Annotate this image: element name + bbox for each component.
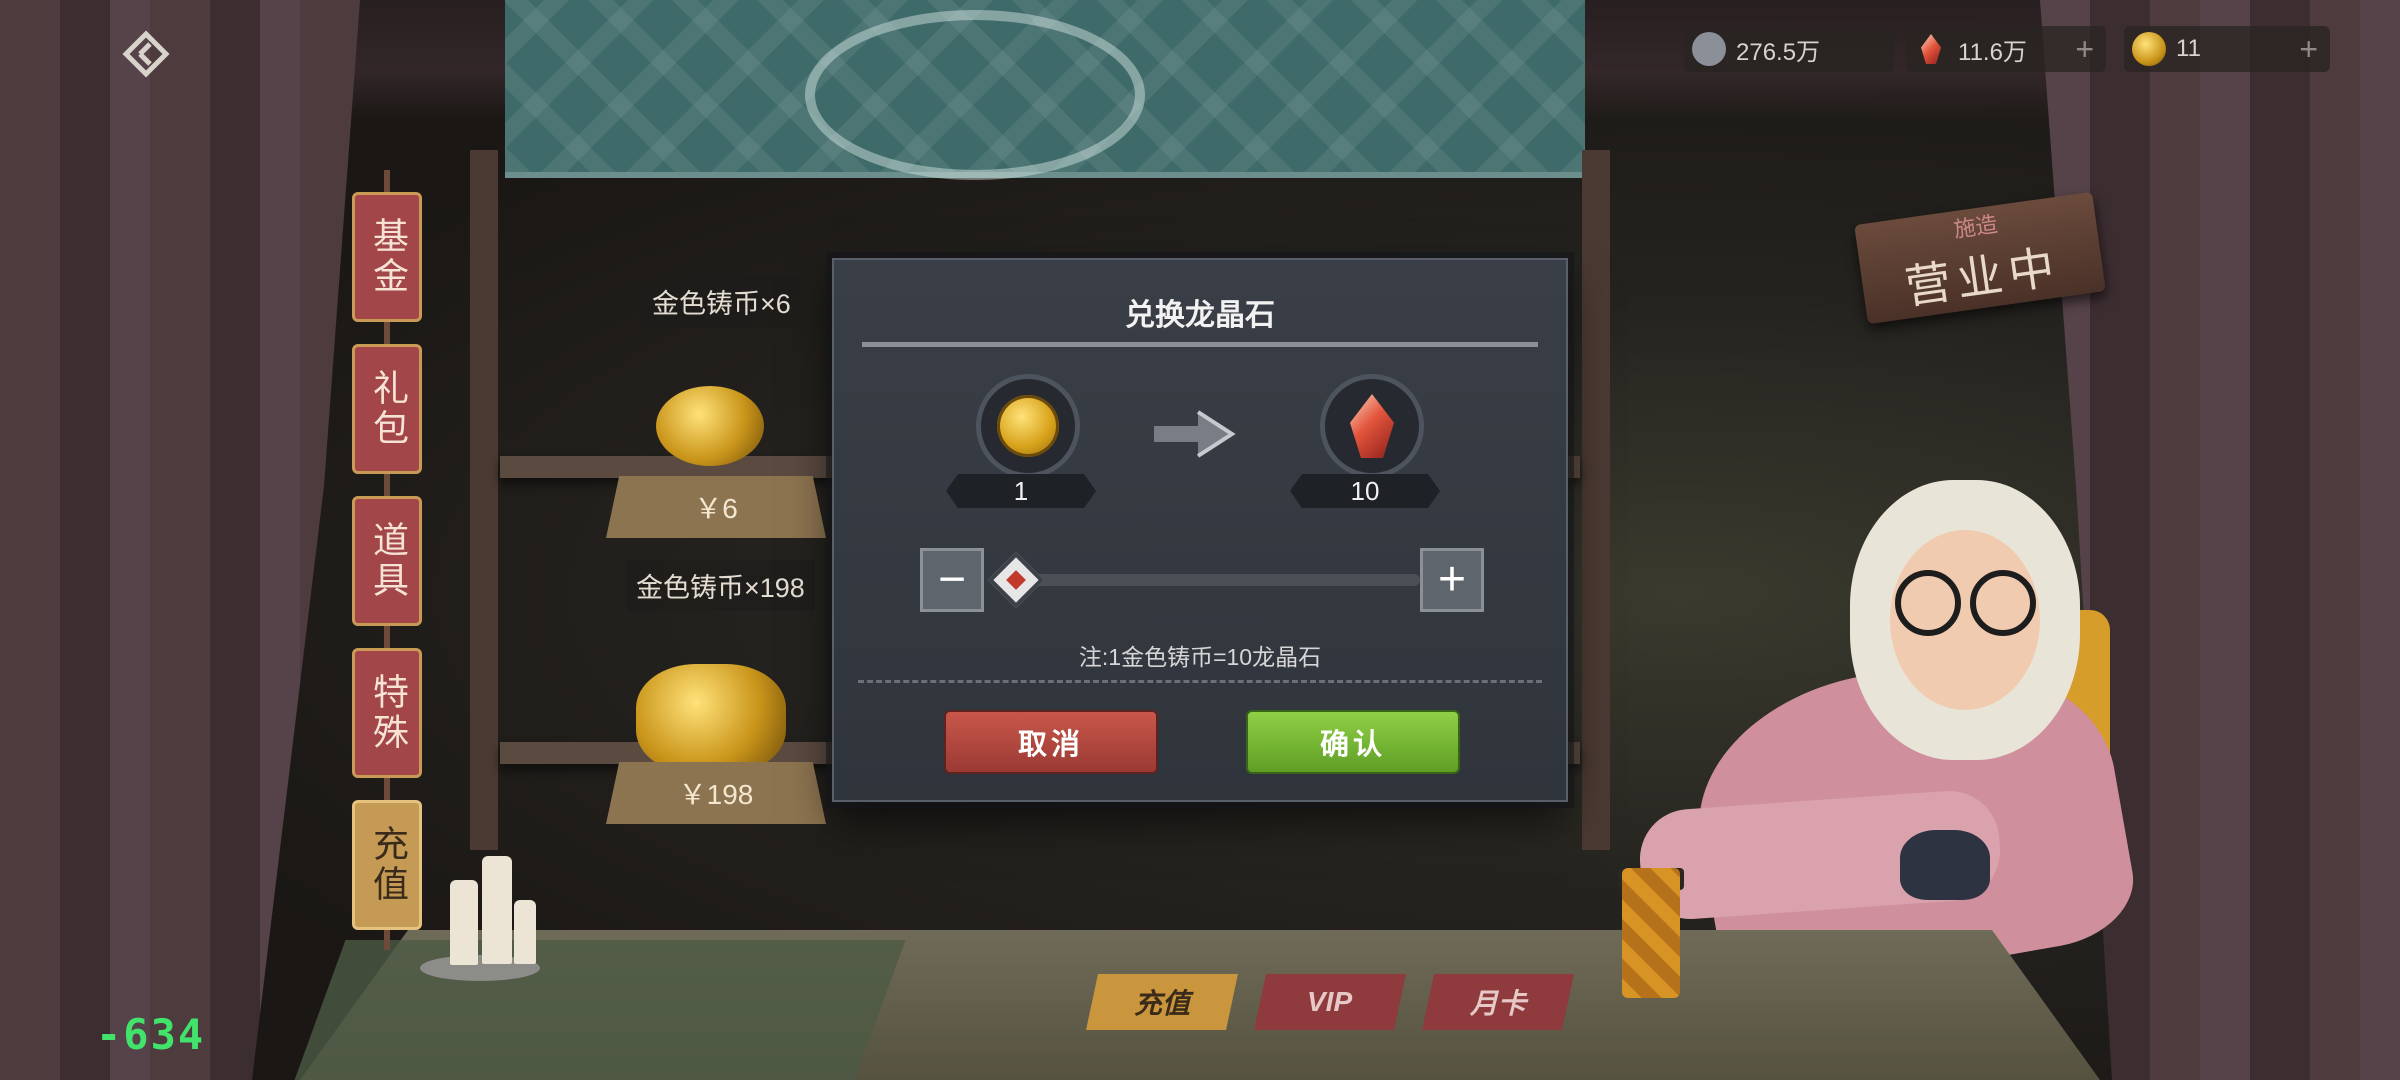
title-divider	[862, 342, 1538, 347]
tab-special-label: 特殊	[367, 673, 408, 753]
slider-handle[interactable]	[987, 551, 1045, 609]
gold-coin-icon	[997, 395, 1059, 457]
candle-icon	[450, 880, 478, 965]
glasses-right-icon	[1970, 570, 2036, 636]
confirm-button[interactable]: 确认	[1248, 712, 1458, 772]
tab-recharge-label: 充值	[367, 825, 408, 905]
dashed-divider	[858, 680, 1542, 683]
tab-items[interactable]: 道具	[352, 496, 422, 626]
currency-silver-value: 276.5万	[1736, 38, 1821, 66]
bottom-tab-monthly-card[interactable]: 月卡	[1422, 974, 1574, 1030]
exchange-dialog: 兑换龙晶石 1 10 − + 注:1金色铸币=10龙晶石 取消 确认	[832, 258, 1568, 802]
currency-gold: 11 +	[2124, 26, 2330, 72]
target-item-slot	[1320, 374, 1424, 478]
add-gold-button[interactable]: +	[2299, 32, 2318, 66]
arrow-right-icon	[1154, 410, 1236, 458]
source-amount: 1	[946, 474, 1096, 508]
gold-coin-icon	[2132, 32, 2166, 66]
counter-cloth	[294, 940, 906, 1080]
tab-gift-pack[interactable]: 礼包	[352, 344, 422, 474]
currency-gold-value: 11	[2176, 35, 2201, 62]
silver-coin-icon	[1692, 32, 1726, 66]
debug-counter: -634	[96, 1010, 206, 1059]
product-price-button[interactable]: ￥198	[606, 762, 826, 824]
bottom-tab-vip[interactable]: VIP	[1254, 974, 1406, 1030]
currency-silver: 276.5万	[1684, 26, 1894, 72]
tab-recharge[interactable]: 充值	[352, 800, 422, 930]
tab-special[interactable]: 特殊	[352, 648, 422, 778]
tab-fund[interactable]: 基金	[352, 192, 422, 322]
product-price-button[interactable]: ￥6	[606, 476, 826, 538]
tab-fund-label: 基金	[367, 217, 408, 297]
cancel-button[interactable]: 取消	[946, 712, 1156, 772]
dragon-crystal-icon	[1350, 394, 1394, 458]
product-name: 金色铸币×198	[626, 560, 815, 611]
target-amount: 10	[1290, 474, 1440, 508]
cup-icon	[1622, 868, 1680, 998]
left-curtain	[0, 0, 360, 1080]
quantity-slider[interactable]	[1004, 574, 1420, 586]
increase-button[interactable]: +	[1420, 548, 1484, 612]
bottom-tab-recharge-label: 充值	[1133, 988, 1190, 1019]
gold-coin-pile-icon[interactable]	[656, 386, 764, 466]
candle-icon	[514, 900, 536, 964]
decrease-button[interactable]: −	[920, 548, 984, 612]
cat-icon	[1900, 830, 1990, 900]
sign-big-text: 营业中	[1901, 239, 2064, 315]
product-name: 金色铸币×6	[642, 276, 801, 327]
candle-icon	[482, 856, 512, 964]
tab-items-label: 道具	[367, 521, 408, 601]
back-icon[interactable]	[120, 28, 172, 80]
bottom-tab-recharge[interactable]: 充值	[1086, 974, 1238, 1030]
tab-gift-pack-label: 礼包	[367, 369, 408, 449]
currency-crystal: 11.6万 +	[1906, 26, 2106, 72]
dialog-title: 兑换龙晶石	[1125, 299, 1275, 332]
gold-coin-stack-icon[interactable]	[636, 664, 786, 774]
glasses-left-icon	[1895, 570, 1961, 636]
source-item-slot	[976, 374, 1080, 478]
dragon-crystal-icon	[1914, 32, 1948, 66]
exchange-rate-note: 注:1金色铸币=10龙晶石	[1078, 644, 1322, 670]
bottom-tab-vip-label: VIP	[1307, 986, 1353, 1017]
currency-crystal-value: 11.6万	[1958, 38, 2027, 66]
add-crystal-button[interactable]: +	[2075, 32, 2094, 66]
bottom-tab-monthly-card-label: 月卡	[1469, 988, 1526, 1019]
